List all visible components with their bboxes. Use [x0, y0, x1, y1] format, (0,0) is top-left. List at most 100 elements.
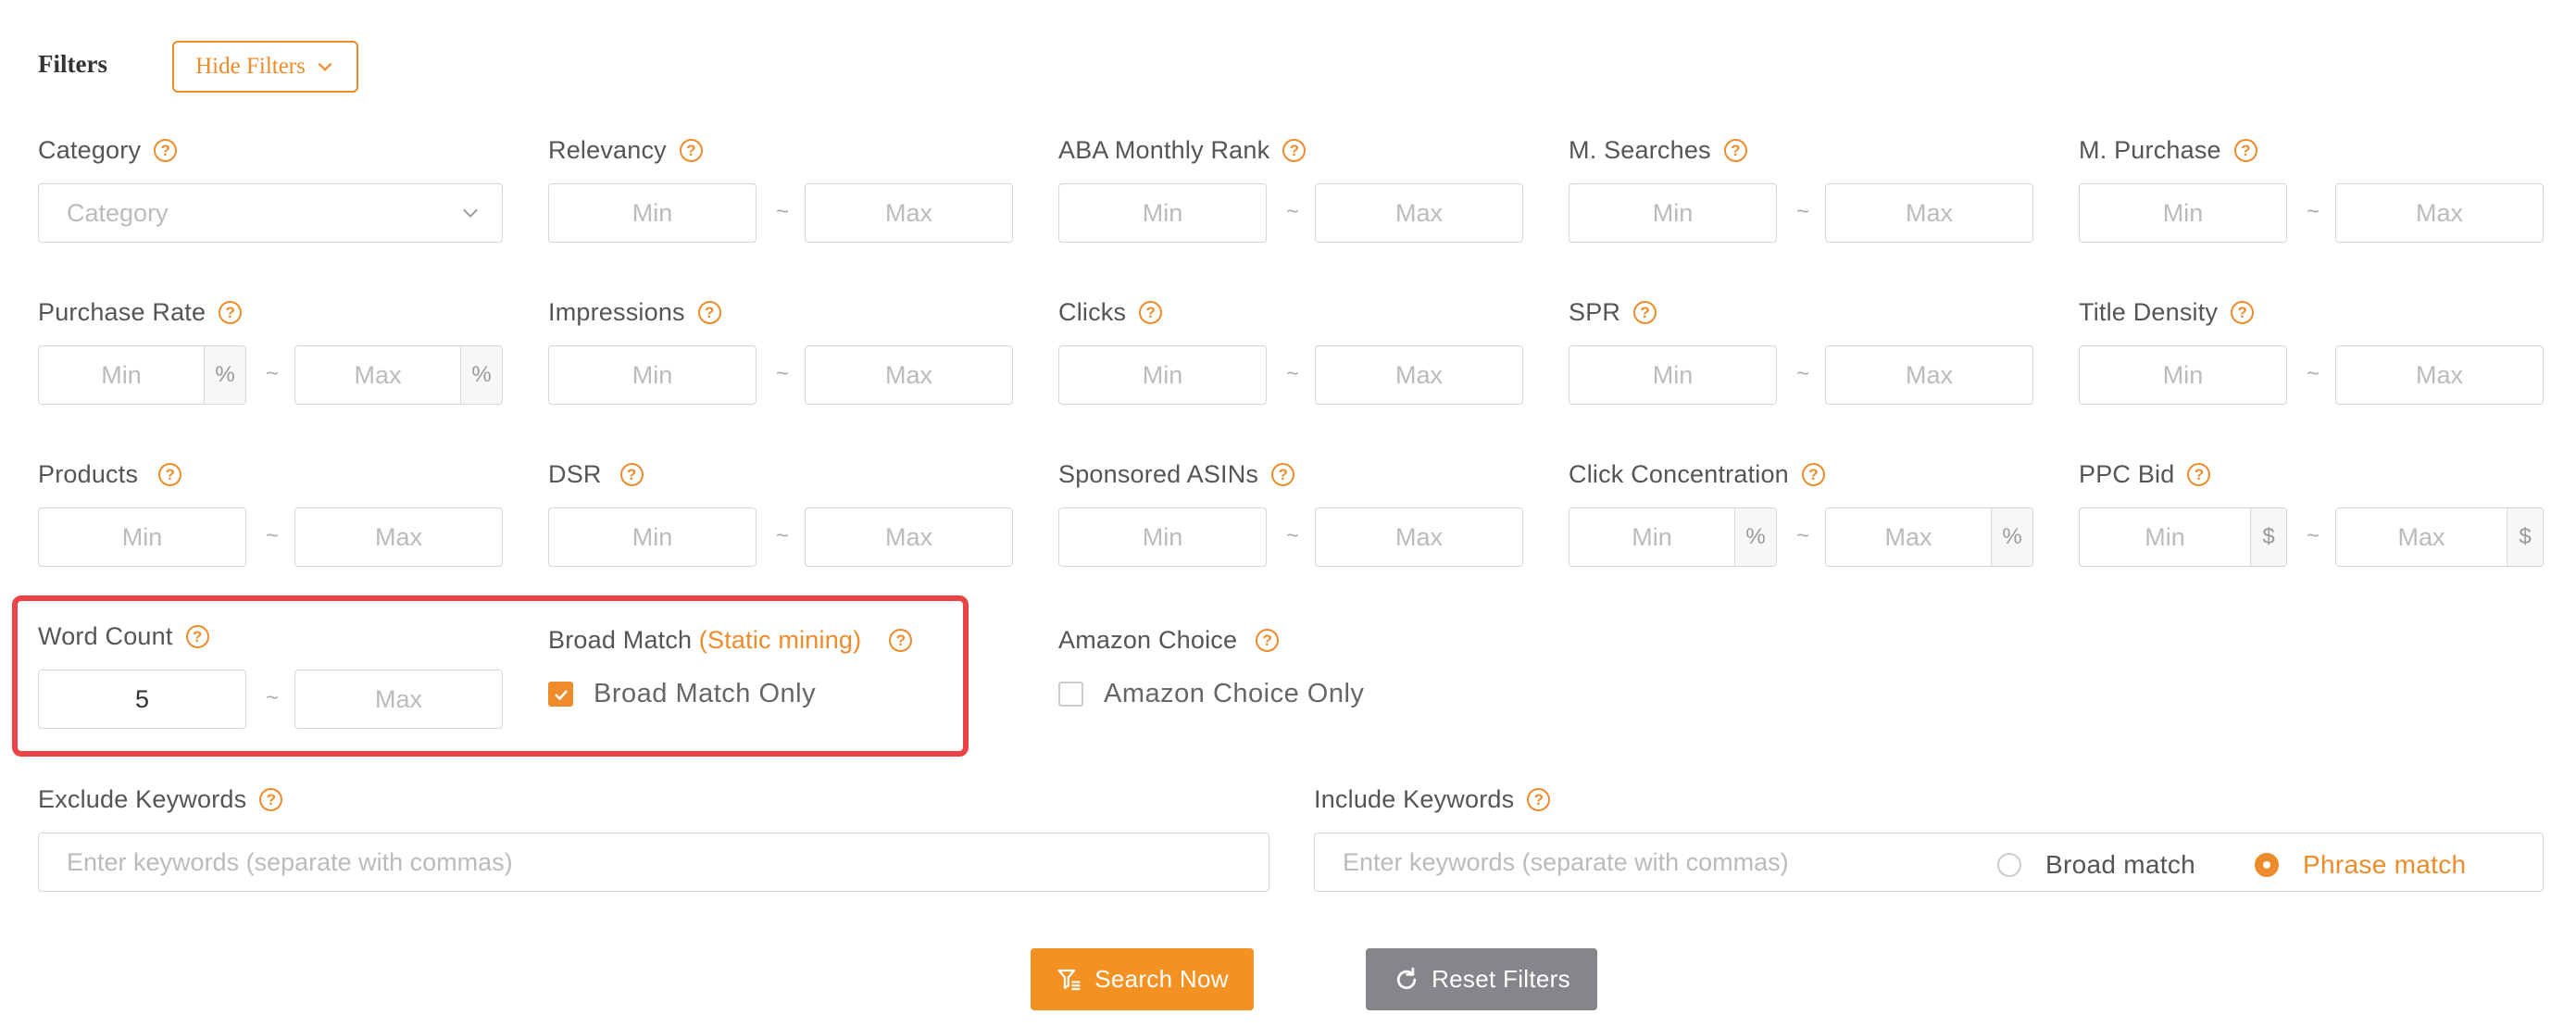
refresh-icon	[1397, 967, 1417, 989]
click-concentration-min-input[interactable]: Min%	[1569, 507, 1777, 567]
range-separator: ~	[1285, 199, 1299, 224]
help-icon[interactable]: ?	[1527, 788, 1551, 811]
filter-icon	[1057, 969, 1081, 990]
m-purchase-min-input[interactable]: Min	[2079, 183, 2287, 243]
help-icon[interactable]: ?	[259, 788, 283, 811]
broad-match-only-checkbox[interactable]: Broad Match Only	[548, 679, 816, 709]
products-min-input[interactable]: Min	[38, 507, 246, 567]
impressions-max-input[interactable]: Max	[805, 345, 1013, 405]
hide-filters-button[interactable]: Hide Filters	[172, 41, 358, 93]
exclude-keywords-input[interactable]: Enter keywords (separate with commas)	[38, 833, 1269, 892]
impressions-min-input[interactable]: Min	[548, 345, 757, 405]
sponsored-asins-min-input[interactable]: Min	[1058, 507, 1267, 567]
category-select[interactable]: Category	[38, 183, 503, 243]
dsr-min-input[interactable]: Min	[548, 507, 757, 567]
amazon-choice-only-checkbox[interactable]: Amazon Choice Only	[1058, 679, 1364, 709]
dollar-unit: $	[2507, 508, 2543, 566]
include-keywords-label: Include Keywords?	[1314, 785, 1551, 814]
clicks-max-input[interactable]: Max	[1315, 345, 1523, 405]
help-icon[interactable]: ?	[889, 629, 913, 652]
percent-unit: %	[1734, 508, 1776, 566]
aba-rank-max-input[interactable]: Max	[1315, 183, 1523, 243]
clicks-label: Clicks?	[1058, 298, 1163, 327]
aba-rank-label: ABA Monthly Rank?	[1058, 136, 1307, 165]
help-icon[interactable]: ?	[185, 625, 209, 648]
help-icon[interactable]: ?	[619, 463, 644, 486]
aba-rank-min-input[interactable]: Min	[1058, 183, 1267, 243]
click-concentration-max-input[interactable]: Max%	[1825, 507, 2033, 567]
dsr-label: DSR?	[548, 460, 644, 489]
range-separator: ~	[775, 361, 789, 386]
purchase-rate-max-input[interactable]: Max%	[294, 345, 503, 405]
help-icon[interactable]: ?	[154, 139, 178, 162]
filters-title: Filters	[38, 50, 107, 78]
radio-broad-match[interactable]	[1997, 853, 2021, 877]
purchase-rate-label: Purchase Rate?	[38, 298, 243, 327]
range-separator: ~	[2306, 199, 2320, 224]
amazon-choice-only-label: Amazon Choice Only	[1104, 679, 1365, 708]
title-density-min-input[interactable]: Min	[2079, 345, 2287, 405]
help-icon[interactable]: ?	[1271, 463, 1295, 486]
m-purchase-label: M. Purchase?	[2079, 136, 2257, 165]
help-icon[interactable]: ?	[2187, 463, 2211, 486]
title-density-max-input[interactable]: Max	[2335, 345, 2544, 405]
static-mining-tag: (Static mining)	[698, 626, 862, 654]
m-purchase-max-input[interactable]: Max	[2335, 183, 2544, 243]
radio-phrase-match[interactable]	[2255, 853, 2280, 877]
help-icon[interactable]: ?	[1282, 139, 1307, 162]
range-separator: ~	[1285, 523, 1299, 548]
m-searches-max-input[interactable]: Max	[1825, 183, 2033, 243]
relevancy-max-input[interactable]: Max	[805, 183, 1013, 243]
help-icon[interactable]: ?	[1633, 301, 1657, 324]
checkbox-checked-icon[interactable]	[548, 682, 573, 707]
ppc-bid-max-input[interactable]: Max $	[2335, 507, 2544, 567]
range-separator: ~	[265, 523, 279, 548]
range-separator: ~	[2306, 361, 2320, 386]
help-icon[interactable]: ?	[2233, 139, 2257, 162]
word-count-max-input[interactable]: Max	[294, 670, 503, 729]
help-icon[interactable]: ?	[2231, 301, 2255, 324]
title-density-label: Title Density?	[2079, 298, 2255, 327]
ppc-bid-min-input[interactable]: Min $	[2079, 507, 2287, 567]
range-separator: ~	[265, 685, 279, 710]
help-icon[interactable]: ?	[1139, 301, 1163, 324]
impressions-label: Impressions?	[548, 298, 721, 327]
m-searches-label: M. Searches?	[1569, 136, 1747, 165]
spr-min-input[interactable]: Min	[1569, 345, 1777, 405]
range-separator: ~	[265, 361, 279, 386]
purchase-rate-min-input[interactable]: Min%	[38, 345, 246, 405]
range-separator: ~	[775, 523, 789, 548]
range-separator: ~	[1285, 361, 1299, 386]
help-icon[interactable]: ?	[1256, 629, 1280, 652]
range-separator: ~	[775, 199, 789, 224]
sponsored-asins-max-input[interactable]: Max	[1315, 507, 1523, 567]
m-searches-min-input[interactable]: Min	[1569, 183, 1777, 243]
dsr-max-input[interactable]: Max	[805, 507, 1013, 567]
clicks-min-input[interactable]: Min	[1058, 345, 1267, 405]
chevron-down-icon	[318, 62, 332, 71]
exclude-keywords-label: Exclude Keywords?	[38, 785, 283, 814]
help-icon[interactable]: ?	[1723, 139, 1747, 162]
category-placeholder: Category	[67, 198, 169, 227]
sponsored-asins-label: Sponsored ASINs?	[1058, 460, 1295, 489]
relevancy-min-input[interactable]: Min	[548, 183, 757, 243]
help-icon[interactable]: ?	[1801, 463, 1825, 486]
help-icon[interactable]: ?	[219, 301, 243, 324]
range-separator: ~	[1795, 523, 1809, 548]
spr-max-input[interactable]: Max	[1825, 345, 2033, 405]
checkbox-icon[interactable]	[1058, 682, 1083, 707]
search-now-label: Search Now	[1094, 965, 1229, 993]
word-count-min-input[interactable]: 5	[38, 670, 246, 729]
amazon-choice-label: Amazon Choice?	[1058, 626, 1280, 655]
broad-match-option-label[interactable]: Broad match	[2045, 850, 2195, 880]
range-separator: ~	[2306, 523, 2320, 548]
reset-filters-button[interactable]: Reset Filters	[1366, 948, 1597, 1010]
help-icon[interactable]: ?	[679, 139, 703, 162]
products-max-input[interactable]: Max	[294, 507, 503, 567]
search-now-button[interactable]: Search Now	[1031, 948, 1254, 1010]
match-type-radio-group: Broad match Phrase match	[1997, 850, 2466, 880]
help-icon[interactable]: ?	[158, 463, 182, 486]
range-separator: ~	[1795, 199, 1809, 224]
help-icon[interactable]: ?	[697, 301, 721, 324]
phrase-match-option-label[interactable]: Phrase match	[2303, 850, 2466, 880]
